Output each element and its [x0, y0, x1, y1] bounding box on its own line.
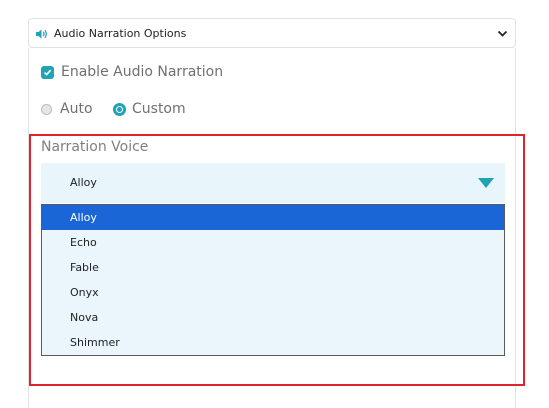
speaker-icon [36, 29, 47, 39]
custom-radio-label[interactable]: Custom [132, 101, 186, 117]
check-icon [43, 69, 52, 76]
voice-option-alloy[interactable]: Alloy [42, 205, 504, 230]
enable-narration-checkbox[interactable] [41, 66, 54, 79]
audio-narration-panel-header[interactable]: Audio Narration Options [28, 18, 516, 48]
chevron-down-icon[interactable] [497, 30, 508, 38]
voice-option-fable[interactable]: Fable [42, 255, 504, 280]
selected-voice-value: Alloy [70, 176, 97, 189]
voice-option-echo[interactable]: Echo [42, 230, 504, 255]
voice-option-shimmer[interactable]: Shimmer [42, 330, 504, 355]
narration-voice-label: Narration Voice [41, 139, 149, 155]
voice-options-list: Alloy Echo Fable Onyx Nova Shimmer [41, 204, 505, 356]
narration-voice-select[interactable]: Alloy [41, 163, 505, 203]
voice-option-onyx[interactable]: Onyx [42, 280, 504, 305]
auto-radio-label[interactable]: Auto [60, 101, 93, 117]
caret-down-icon [478, 178, 494, 188]
custom-radio[interactable] [113, 103, 126, 116]
panel-title: Audio Narration Options [54, 27, 187, 40]
voice-option-nova[interactable]: Nova [42, 305, 504, 330]
enable-narration-label: Enable Audio Narration [61, 64, 224, 80]
narration-mode-group: Auto Custom [41, 101, 241, 119]
auto-radio[interactable] [41, 104, 52, 115]
